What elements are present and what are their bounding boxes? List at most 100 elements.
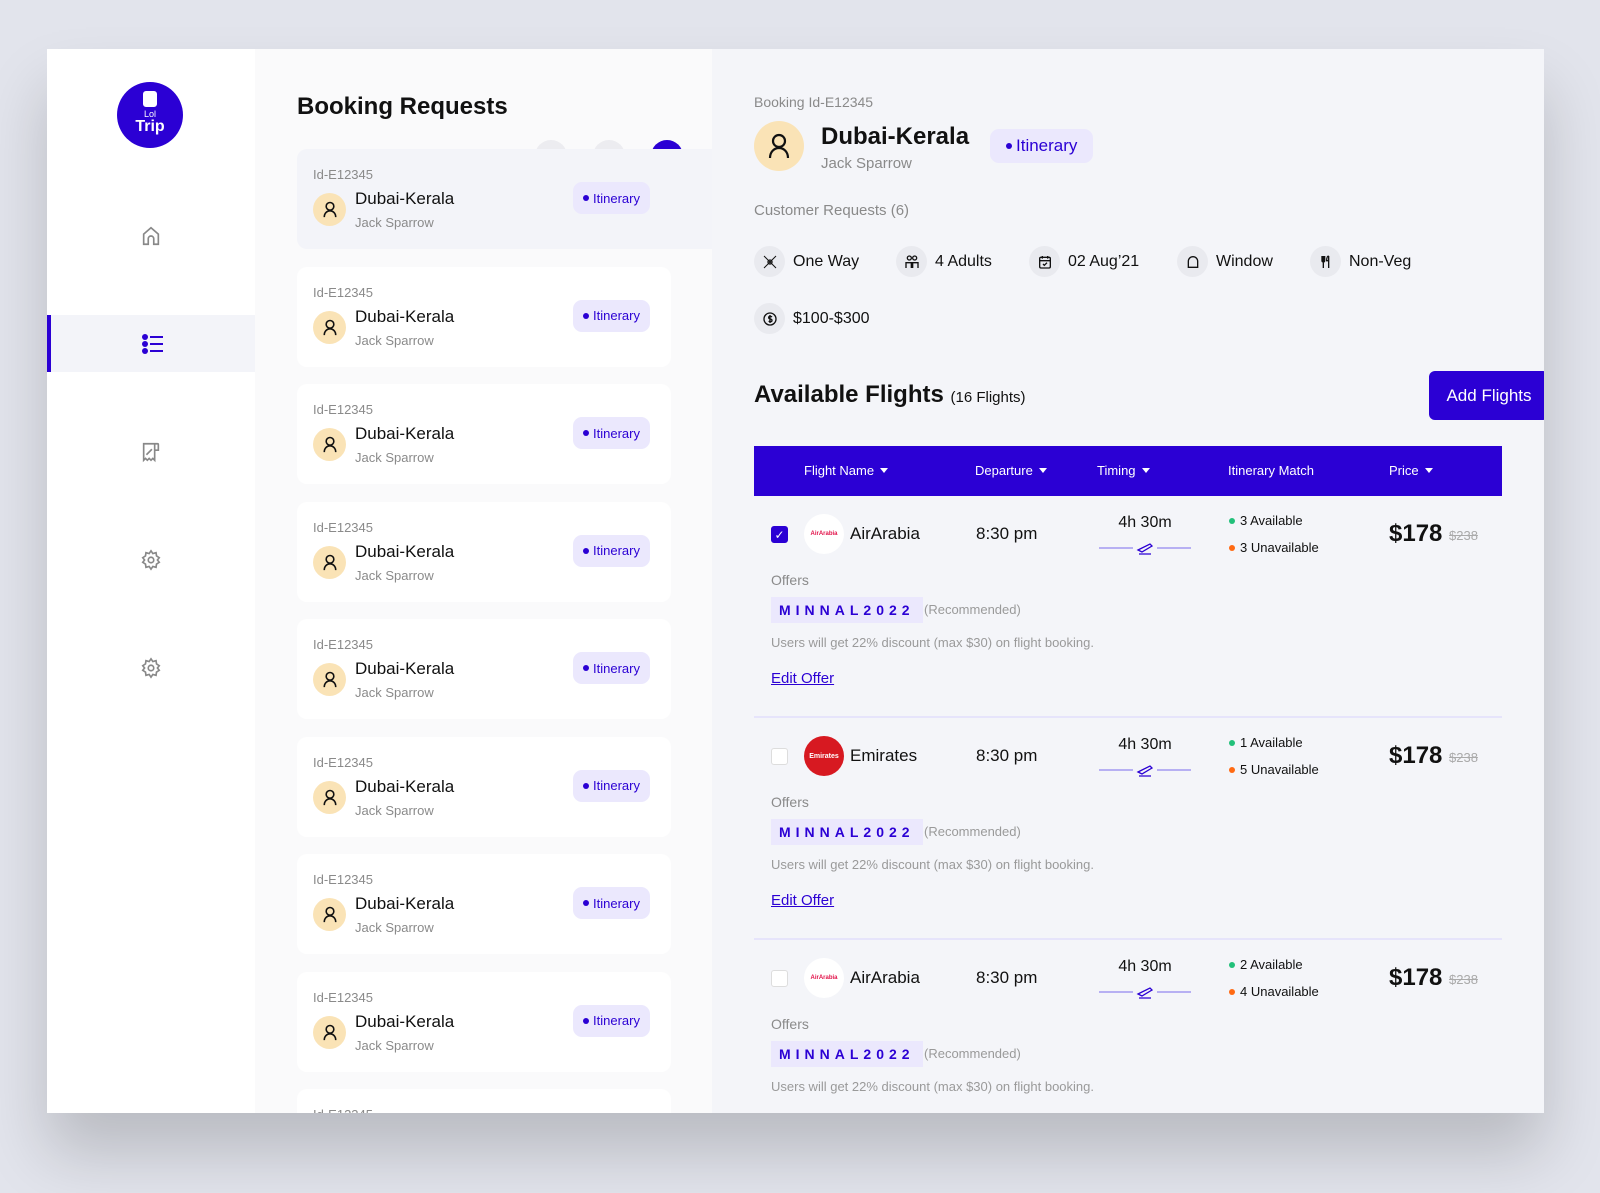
badge-label: Itinerary [593,543,640,558]
column-itinerary-match: Itinerary Match [1228,463,1314,478]
logo[interactable]: Lol Trip [117,82,183,148]
available-seats: 1 Available [1229,735,1303,750]
list-icon [142,333,163,354]
request-id: Id-E12345 [313,284,373,300]
add-flights-button[interactable]: Add Flights [1429,371,1544,420]
sidebar-item-settings[interactable] [47,531,255,588]
customer-requests-label: Customer Requests (6) [754,202,910,219]
request-customer: Jack Sparrow [355,332,434,348]
sidebar-item-offers[interactable] [47,423,255,480]
badge-dot [1006,143,1012,149]
flight-row: Emirates Emirates 8:30 pm 4h 30m 1 Avail… [754,718,1502,940]
request-customer: Jack Sparrow [355,685,434,700]
flights-count: (16 Flights) [950,389,1026,406]
available-dot [1229,517,1235,524]
unavailable-seats: 4 Unavailable [1229,984,1319,999]
request-chip: 02 Aug’21 [1029,246,1139,277]
list-item[interactable]: Id-E12345 Dubai-Kerala Jack Sparrow Itin… [297,619,671,719]
old-price: $238 [1449,528,1478,543]
unavailable-seats: 5 Unavailable [1229,762,1319,777]
available-label: 1 Available [1240,735,1303,750]
column-flight-name[interactable]: Flight Name [804,463,889,478]
list-item[interactable]: Id-E12345 Dubai-Kerala Jack Sparrow Itin… [297,149,712,249]
avatar [313,545,346,579]
badge-label: Itinerary [1016,136,1078,155]
request-title: Dubai-Kerala [355,541,455,561]
user-icon [322,789,337,805]
available-label: 3 Available [1240,513,1303,528]
old-price: $238 [1449,972,1478,987]
flight-checkbox[interactable]: ✓ [771,526,788,543]
user-icon [322,671,337,688]
offer-description: Users will get 22% discount (max $30) on… [771,635,1094,650]
booking-id: Booking Id-E12345 [754,94,874,110]
available-dot [1229,961,1235,968]
request-chip: Window [1177,246,1273,277]
airline-name: Emirates [850,746,918,765]
list-item[interactable]: Id-E12345 [297,1089,671,1113]
status-badge: Itinerary [573,769,650,802]
list-item[interactable]: Id-E12345 Dubai-Kerala Jack Sparrow Itin… [297,854,671,954]
request-title: Dubai-Kerala [355,1011,455,1031]
unavailable-dot [1229,544,1235,551]
list-item[interactable]: Id-E12345 Dubai-Kerala Jack Sparrow Itin… [297,384,671,484]
departure-time: 8:30 pm [976,524,1038,543]
request-id: Id-E12345 [313,519,373,535]
flight-checkbox[interactable] [771,970,788,987]
offers-label: Offers [771,572,809,588]
list-item[interactable]: Id-E12345 Dubai-Kerala Jack Sparrow Itin… [297,266,671,367]
avatar [313,780,346,814]
list-item[interactable]: Id-E12345 Dubai-Kerala Jack Sparrow Itin… [297,501,671,602]
caret-down-icon [1038,468,1047,473]
user-icon [322,554,337,570]
request-label: 02 Aug’21 [1068,252,1140,270]
app-window: Lol Trip Booking Requests Id-E12345 Duba… [47,49,1544,1113]
sidebar-item-home[interactable] [47,207,255,264]
request-label: 4 Adults [935,252,992,270]
request-id: Id-E12345 [313,1107,373,1113]
request-id: Id-E12345 [313,989,373,1005]
sidebar-item-requests[interactable] [47,315,255,372]
user-icon [322,436,337,453]
departure-time: 8:30 pm [976,968,1038,987]
caret-down-icon [880,468,889,473]
customer-name: Jack Sparrow [821,155,912,172]
request-id: Id-E12345 [313,167,373,182]
flight-checkbox[interactable] [771,748,788,765]
column-timing[interactable]: Timing [1097,463,1150,478]
list-item[interactable]: Id-E12345 Dubai-Kerala Jack Sparrow Itin… [297,971,671,1072]
edit-offer-link[interactable]: Edit Offer [771,670,834,687]
column-departure[interactable]: Departure [975,463,1047,478]
departure-time: 8:30 pm [976,746,1038,765]
request-title: Dubai-Kerala [355,424,455,443]
available-seats: 2 Available [1229,957,1303,972]
flight-duration: 4h 30m [1118,958,1172,975]
edit-offer-link[interactable]: Edit Offer [771,892,834,909]
status-badge: Itinerary [573,182,650,214]
avatar [313,193,346,226]
column-price[interactable]: Price [1389,463,1433,478]
request-label: Window [1216,252,1273,270]
badge-dot [583,195,589,201]
sidebar-item-settings-2[interactable] [47,639,255,696]
plane-icon [754,246,785,277]
home-icon [142,226,160,245]
badge-dot [583,430,589,436]
column-label: Flight Name [804,463,875,478]
sidebar: Lol Trip [47,49,255,1113]
status-badge: Itinerary [573,417,650,449]
request-title: Dubai-Kerala [355,659,455,678]
airline-logo: AirArabia [804,514,844,554]
user-icon [322,201,337,218]
request-title: Dubai-Kerala [355,776,455,796]
list-item[interactable]: Id-E12345 Dubai-Kerala Jack Sparrow Itin… [297,736,671,837]
request-title: Dubai-Kerala [355,894,455,913]
badge-label: Itinerary [593,778,640,793]
unavailable-label: 3 Unavailable [1240,540,1319,555]
page-title: Booking Requests [297,93,508,120]
price: $178 [1389,964,1443,991]
unavailable-label: 5 Unavailable [1240,762,1319,777]
calendar-icon [1029,246,1060,277]
flight-row: ✓ AirArabia AirArabia 8:30 pm 4h 30m 3 A… [754,496,1502,718]
unavailable-label: 4 Unavailable [1240,984,1319,999]
